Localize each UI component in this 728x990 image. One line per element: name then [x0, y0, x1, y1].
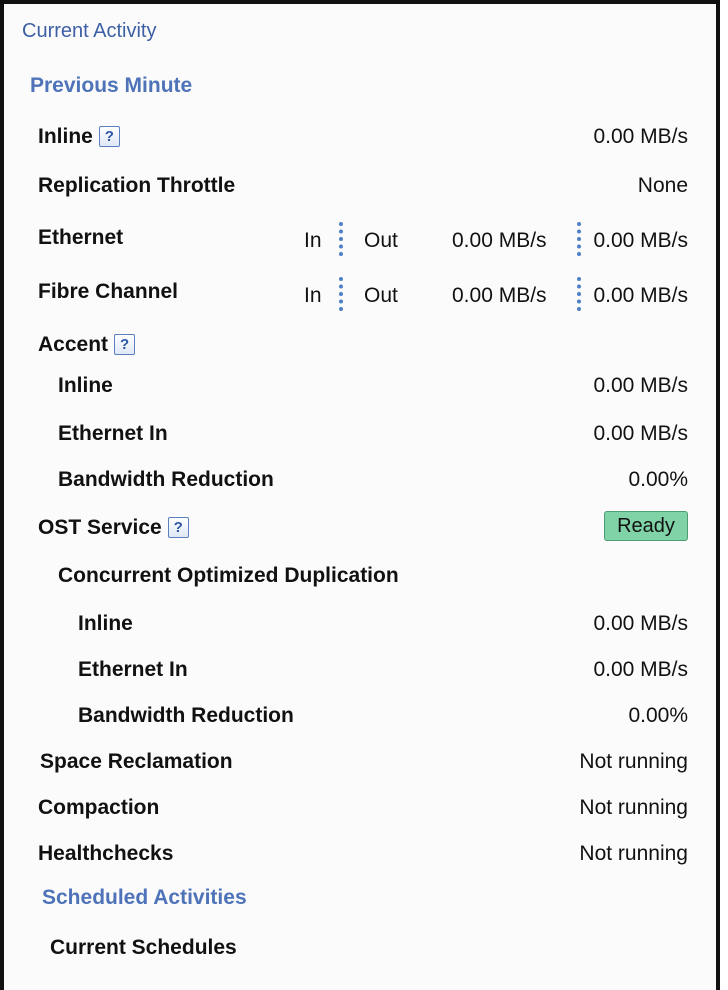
- ost-status-badge: Ready: [604, 511, 688, 541]
- section-scheduled-activities: Scheduled Activities: [42, 886, 247, 909]
- section-previous-minute: Previous Minute: [30, 74, 193, 97]
- inline-value: 0.00 MB/s: [593, 125, 688, 148]
- accent-label-text: Accent: [38, 333, 109, 356]
- ost-service-label: OST Service?: [38, 516, 189, 540]
- fibre-channel-in-value: 0.00 MB/s: [452, 284, 547, 307]
- fibre-channel-in-label: In: [304, 284, 322, 307]
- accent-inline-value: 0.00 MB/s: [593, 374, 688, 397]
- ethernet-value-divider: [577, 222, 581, 256]
- ethernet-in-label: In: [304, 229, 322, 252]
- healthchecks-label: Healthchecks: [38, 842, 174, 865]
- ethernet-in-value: 0.00 MB/s: [452, 229, 547, 252]
- cod-ethernet-in-value: 0.00 MB/s: [593, 658, 688, 681]
- concurrent-optimized-duplication-label: Concurrent Optimized Duplication: [58, 564, 399, 587]
- accent-bandwidth-reduction-label: Bandwidth Reduction: [58, 468, 274, 491]
- compaction-label: Compaction: [38, 796, 160, 819]
- compaction-value: Not running: [579, 796, 688, 819]
- ethernet-label: Ethernet: [38, 226, 124, 249]
- healthchecks-value: Not running: [579, 842, 688, 865]
- accent-bandwidth-reduction-value: 0.00%: [628, 468, 688, 491]
- cod-inline-value: 0.00 MB/s: [593, 612, 688, 635]
- ost-service-label-text: OST Service: [38, 516, 162, 539]
- fibre-channel-out-value: 0.00 MB/s: [593, 284, 688, 307]
- current-schedules-label: Current Schedules: [50, 936, 237, 959]
- cod-bandwidth-reduction-label: Bandwidth Reduction: [78, 704, 294, 727]
- accent-label: Accent?: [38, 333, 136, 357]
- accent-ethernet-in-value: 0.00 MB/s: [593, 422, 688, 445]
- inline-label-text: Inline: [38, 125, 93, 148]
- replication-throttle-value: None: [637, 174, 688, 197]
- fibre-channel-label: Fibre Channel: [38, 280, 179, 303]
- cod-inline-label: Inline: [78, 612, 133, 635]
- help-icon[interactable]: ?: [114, 334, 136, 355]
- help-icon[interactable]: ?: [167, 517, 189, 538]
- current-activity-panel: Current Activity Previous Minute Inline?…: [0, 0, 720, 990]
- ethernet-out-label: Out: [364, 229, 398, 252]
- fibre-channel-value-divider: [577, 277, 581, 311]
- accent-ethernet-in-label: Ethernet In: [58, 422, 168, 445]
- replication-throttle-label: Replication Throttle: [38, 174, 236, 197]
- cod-bandwidth-reduction-value: 0.00%: [628, 704, 688, 727]
- accent-inline-label: Inline: [58, 374, 113, 397]
- ethernet-divider: [339, 222, 343, 256]
- ethernet-out-value: 0.00 MB/s: [593, 229, 688, 252]
- space-reclamation-label: Space Reclamation: [40, 750, 233, 773]
- inline-label: Inline?: [38, 125, 120, 149]
- fibre-channel-out-label: Out: [364, 284, 398, 307]
- cod-ethernet-in-label: Ethernet In: [78, 658, 188, 681]
- panel-title: Current Activity: [22, 20, 157, 42]
- fibre-channel-divider: [339, 277, 343, 311]
- space-reclamation-value: Not running: [579, 750, 688, 773]
- help-icon[interactable]: ?: [98, 126, 120, 147]
